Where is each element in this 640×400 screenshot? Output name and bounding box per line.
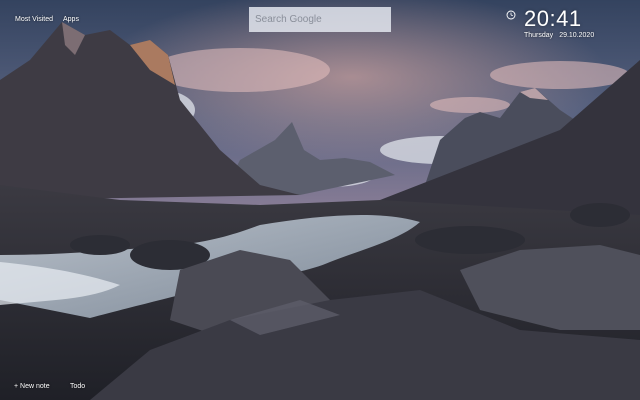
clock-time: 20:41: [524, 6, 582, 31]
clock-weekday: Thursday: [524, 32, 554, 39]
apps-link[interactable]: Apps: [63, 16, 79, 23]
background-wallpaper: [0, 0, 640, 400]
clock-date: Thursday 29.10.2020: [524, 32, 600, 39]
new-note-button[interactable]: + New note: [14, 383, 50, 390]
clock-date-value: 29.10.2020: [559, 32, 595, 39]
search-input[interactable]: [249, 7, 391, 32]
clock-icon[interactable]: [506, 10, 516, 20]
most-visited-link[interactable]: Most Visited: [15, 16, 53, 23]
todo-button[interactable]: Todo: [70, 383, 85, 390]
